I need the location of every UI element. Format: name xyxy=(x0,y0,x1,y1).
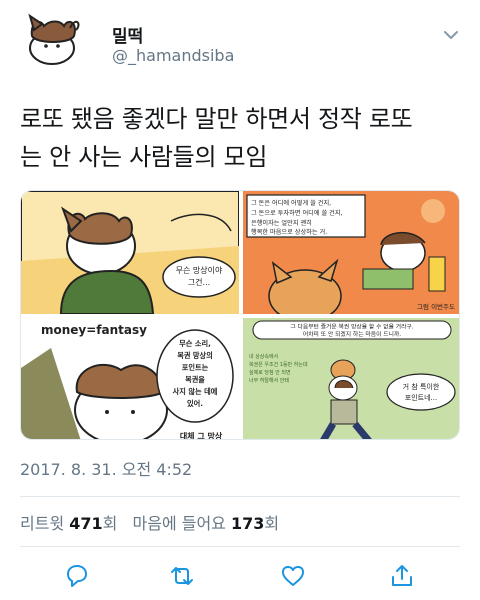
likes-label[interactable]: 마음에 들어요 xyxy=(133,514,226,533)
bubble-text: 사지 않는 데에 xyxy=(173,387,218,396)
caption-text: 그 돈은 어디에 어떻게 쓸 건지, xyxy=(251,199,331,207)
tweet-header: 밀떡 @_hamandsiba xyxy=(20,8,460,72)
bubble-text: 무슨 망상이야 xyxy=(176,265,223,275)
caption-text: 그럼 이번주도 xyxy=(417,302,455,311)
tweet-stats: 리트윗 471회 마음에 들어요 173회 xyxy=(20,510,279,534)
bubble-text: 복권을 xyxy=(185,375,205,384)
media-grid[interactable]: 무슨 망상이야 그건... 그 돈은 어디에 어떻게 쓸 건지, 그 돈으로 투… xyxy=(20,190,460,440)
bubble-text: 대체 그 망상 xyxy=(180,431,223,440)
tweet-text-line: 는 안 사는 사람들의 모임 xyxy=(20,143,268,171)
caption-text: 복권은 우조건 1등만 하는데 xyxy=(249,361,308,368)
tweet-timestamp[interactable]: 2017. 8. 31. 오전 4:52 xyxy=(20,456,192,480)
caption-text: 실제로 당첨 안 되면 xyxy=(249,369,291,376)
comic-panel-3[interactable]: money=fantasy 무슨 소리, 복권 망상의 포인트는 복권을 사지 … xyxy=(21,318,239,440)
bubble-text: 무슨 소리, xyxy=(179,339,211,348)
comic-panel-4[interactable]: 그 다음부턴 즐거운 복권 망상을 할 수 없을 거라구. 어차피 또 안 되겠… xyxy=(243,318,459,439)
comic-panel-1[interactable]: 무슨 망상이야 그건... xyxy=(21,191,239,314)
retweet-icon[interactable] xyxy=(168,562,196,590)
caption-text: 그 다음부턴 즐거운 복권 망상을 할 수 없을 거라구. xyxy=(290,323,413,331)
avatar[interactable] xyxy=(20,8,82,70)
share-icon[interactable] xyxy=(388,562,416,590)
caption-text: 은행이자는 얼만지 괜히 xyxy=(251,219,312,227)
tweet-text-line: 로또 됐음 좋겠다 말만 하면서 정작 로또 xyxy=(20,105,413,133)
bubble-text: 복권 망상의 xyxy=(177,351,213,360)
bubble-text: 있어. xyxy=(187,399,203,408)
user-handle[interactable]: @_hamandsiba xyxy=(112,46,234,65)
retweets-label[interactable]: 리트윗 xyxy=(20,514,64,533)
divider xyxy=(20,496,460,497)
bubble-text: 포인트는 xyxy=(182,363,209,372)
display-name[interactable]: 밀떡 xyxy=(112,22,143,47)
bubble-text: 거 참 특이한 xyxy=(403,382,440,391)
reply-icon[interactable] xyxy=(62,562,90,590)
divider xyxy=(20,546,460,547)
retweets-count[interactable]: 471 xyxy=(69,514,102,533)
heart-icon[interactable] xyxy=(279,562,307,590)
caption-text: 너무 허탈해서 안돼 xyxy=(249,377,289,384)
tweet-actions xyxy=(0,562,480,594)
caption-text: 내 상상속에서 xyxy=(249,353,278,360)
bubble-text: 포인트네... xyxy=(405,393,437,402)
retweets-unit: 회 xyxy=(102,514,118,533)
comic-panel-2[interactable]: 그 돈은 어디에 어떻게 쓸 건지, 그 돈으로 투자하면 어디에 쓸 건지, … xyxy=(243,191,459,314)
comic-title: money=fantasy xyxy=(41,323,147,337)
caption-text: 행복한 마음으로 상상하는 거. xyxy=(251,228,327,236)
likes-count[interactable]: 173 xyxy=(231,514,264,533)
likes-unit: 회 xyxy=(264,514,280,533)
chevron-down-icon[interactable] xyxy=(442,26,460,44)
caption-text: 그 돈으로 투자하면 어디에 쓸 건지, xyxy=(251,209,343,217)
tweet-text: 로또 됐음 좋겠다 말만 하면서 정작 로또 는 안 사는 사람들의 모임 xyxy=(20,100,460,176)
bubble-text: 그건... xyxy=(188,277,210,287)
caption-text: 어차피 또 안 되겠지 하는 마음이 드니까. xyxy=(303,330,401,338)
